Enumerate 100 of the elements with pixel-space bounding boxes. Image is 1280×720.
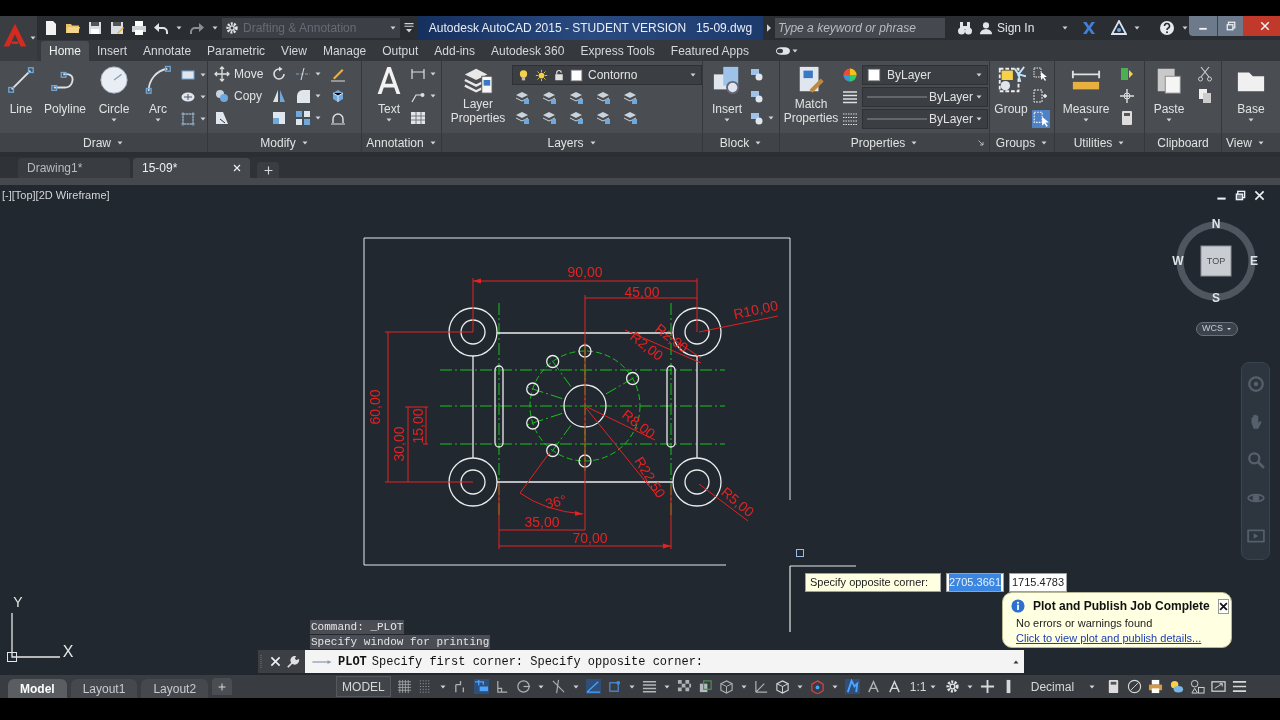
cloud-sun-icon[interactable] [1169, 679, 1185, 694]
panel-title[interactable]: Draw [83, 133, 124, 152]
grid-icon[interactable] [396, 679, 412, 694]
close-icon[interactable] [270, 656, 281, 667]
linetype-icon[interactable] [842, 111, 858, 127]
file-tab[interactable]: Drawing1* [18, 158, 130, 178]
ribbon-button[interactable]: Base [1234, 65, 1268, 124]
layer-dropdown[interactable]: Contorno [512, 65, 702, 85]
calculator-icon[interactable] [1119, 110, 1135, 126]
dimension-icon[interactable] [410, 66, 426, 82]
add-layout-button[interactable] [212, 678, 233, 695]
coordinate-system-menu[interactable]: WCS [1196, 322, 1238, 336]
compass-label[interactable]: W [1172, 254, 1184, 269]
redo-icon[interactable] [189, 20, 205, 36]
rotate-icon[interactable] [271, 66, 288, 82]
wrench-icon[interactable] [286, 654, 300, 669]
search-field[interactable]: Type a keyword or phrase [775, 18, 945, 38]
polar-icon[interactable] [515, 679, 531, 694]
ribbon-button[interactable]: Copy [214, 87, 264, 105]
ribbon-tab[interactable]: Add-ins [426, 41, 483, 61]
ribbon-button[interactable]: Group [994, 65, 1028, 116]
block-icon[interactable] [749, 88, 765, 104]
details-link[interactable]: Click to view plot and publish details... [1016, 632, 1223, 645]
arrow-right-icon[interactable] [765, 23, 773, 33]
binoculars-icon[interactable] [957, 20, 973, 36]
block-icon[interactable] [749, 66, 765, 82]
print-icon[interactable] [131, 20, 147, 36]
restore-button[interactable] [1217, 16, 1243, 36]
ribbon-button[interactable]: Polyline [41, 65, 89, 116]
help-icon[interactable] [1159, 20, 1175, 36]
layer-tool-icon[interactable] [568, 109, 584, 125]
plus-icon[interactable] [980, 679, 996, 694]
command-line-field[interactable]: PLOT Specify first corner: Specify opposite corner: [305, 650, 1024, 673]
compass-label[interactable]: N [1211, 217, 1221, 232]
offset-icon[interactable] [330, 110, 347, 126]
ribbon-button[interactable]: Layer Properties [450, 65, 506, 125]
layer-tool-icon[interactable] [622, 89, 638, 105]
color-dropdown[interactable]: ByLayer [862, 65, 988, 85]
osnap-icon[interactable] [606, 679, 622, 694]
scissors-icon[interactable] [1197, 66, 1213, 82]
selection-icon[interactable] [697, 679, 713, 694]
triangle-logo-icon[interactable] [1111, 20, 1127, 36]
layer-tool-icon[interactable] [514, 89, 530, 105]
coordinate-input[interactable]: 1715.4783 [1009, 573, 1067, 592]
block-icon[interactable] [749, 110, 765, 126]
compass-label[interactable]: S [1212, 291, 1220, 306]
save-as-icon[interactable] [109, 20, 125, 36]
ribbon-tab[interactable]: Annotate [135, 41, 200, 61]
annotation-icon[interactable] [844, 679, 860, 694]
units-dropdown[interactable]: Decimal [1022, 677, 1101, 696]
ribbon-button[interactable]: Line [4, 65, 38, 116]
autoscale-icon[interactable] [886, 679, 902, 694]
linetype-dropdown[interactable]: ByLayer [862, 87, 988, 107]
ribbon-tab[interactable]: Express Tools [572, 41, 663, 61]
annotation-scale-button[interactable]: 1:1 [907, 677, 940, 696]
restore-icon[interactable] [1235, 190, 1246, 201]
ribbon-tab[interactable]: Manage [314, 41, 375, 61]
circle-slash-icon[interactable] [1127, 679, 1143, 694]
layer-tool-icon[interactable] [541, 109, 557, 125]
grip-icon[interactable] [260, 653, 265, 670]
scale-icon[interactable] [271, 110, 288, 126]
printer-icon[interactable] [1148, 679, 1164, 694]
layout-tab[interactable]: Layout2 [141, 679, 209, 698]
array-icon[interactable] [295, 110, 312, 126]
gear-icon[interactable] [945, 679, 961, 694]
ribbon-button[interactable]: Move [214, 65, 264, 83]
boundary-icon[interactable] [180, 111, 196, 127]
dots-grid-icon[interactable] [417, 679, 433, 694]
ribbon-button[interactable]: Circle [92, 65, 136, 124]
layer-tool-icon[interactable] [514, 109, 530, 125]
layer-tool-icon[interactable] [595, 109, 611, 125]
lineweight-icon[interactable] [842, 89, 858, 105]
close-icon[interactable] [1254, 190, 1265, 201]
new-tab-button[interactable] [257, 162, 279, 178]
color-wheel-icon[interactable] [842, 67, 858, 83]
model-space-button[interactable]: MODEL [336, 676, 391, 697]
ucs-icon[interactable] [753, 679, 769, 694]
ribbon-button[interactable]: Paste [1151, 65, 1187, 124]
gizmo-icon[interactable] [809, 679, 825, 694]
layout-tab[interactable]: Model [8, 679, 67, 698]
ribbon-button[interactable]: Text [374, 65, 404, 124]
isometric-icon[interactable] [550, 679, 566, 694]
viewcube-face[interactable]: TOP [1200, 245, 1232, 277]
save-icon[interactable] [87, 20, 103, 36]
crosshair-icon[interactable] [1119, 88, 1135, 104]
autoscale-icon[interactable] [865, 679, 881, 694]
ortho-icon[interactable] [494, 679, 510, 694]
box-icon[interactable] [718, 679, 734, 694]
x-logo-icon[interactable] [1081, 20, 1097, 36]
copy-sheet-icon[interactable] [1197, 88, 1213, 104]
transparency-icon[interactable] [676, 679, 692, 694]
panel-title[interactable]: Layers [547, 133, 597, 152]
pencil-icon[interactable] [330, 66, 347, 82]
undo-icon[interactable] [153, 20, 169, 36]
layer-tool-icon[interactable] [541, 89, 557, 105]
new-file-icon[interactable] [43, 20, 59, 36]
layer-tool-icon[interactable] [568, 89, 584, 105]
snap-icon[interactable] [473, 679, 489, 694]
ribbon-tab[interactable]: Home [41, 41, 89, 61]
ribbon-button[interactable]: Insert [709, 65, 745, 124]
